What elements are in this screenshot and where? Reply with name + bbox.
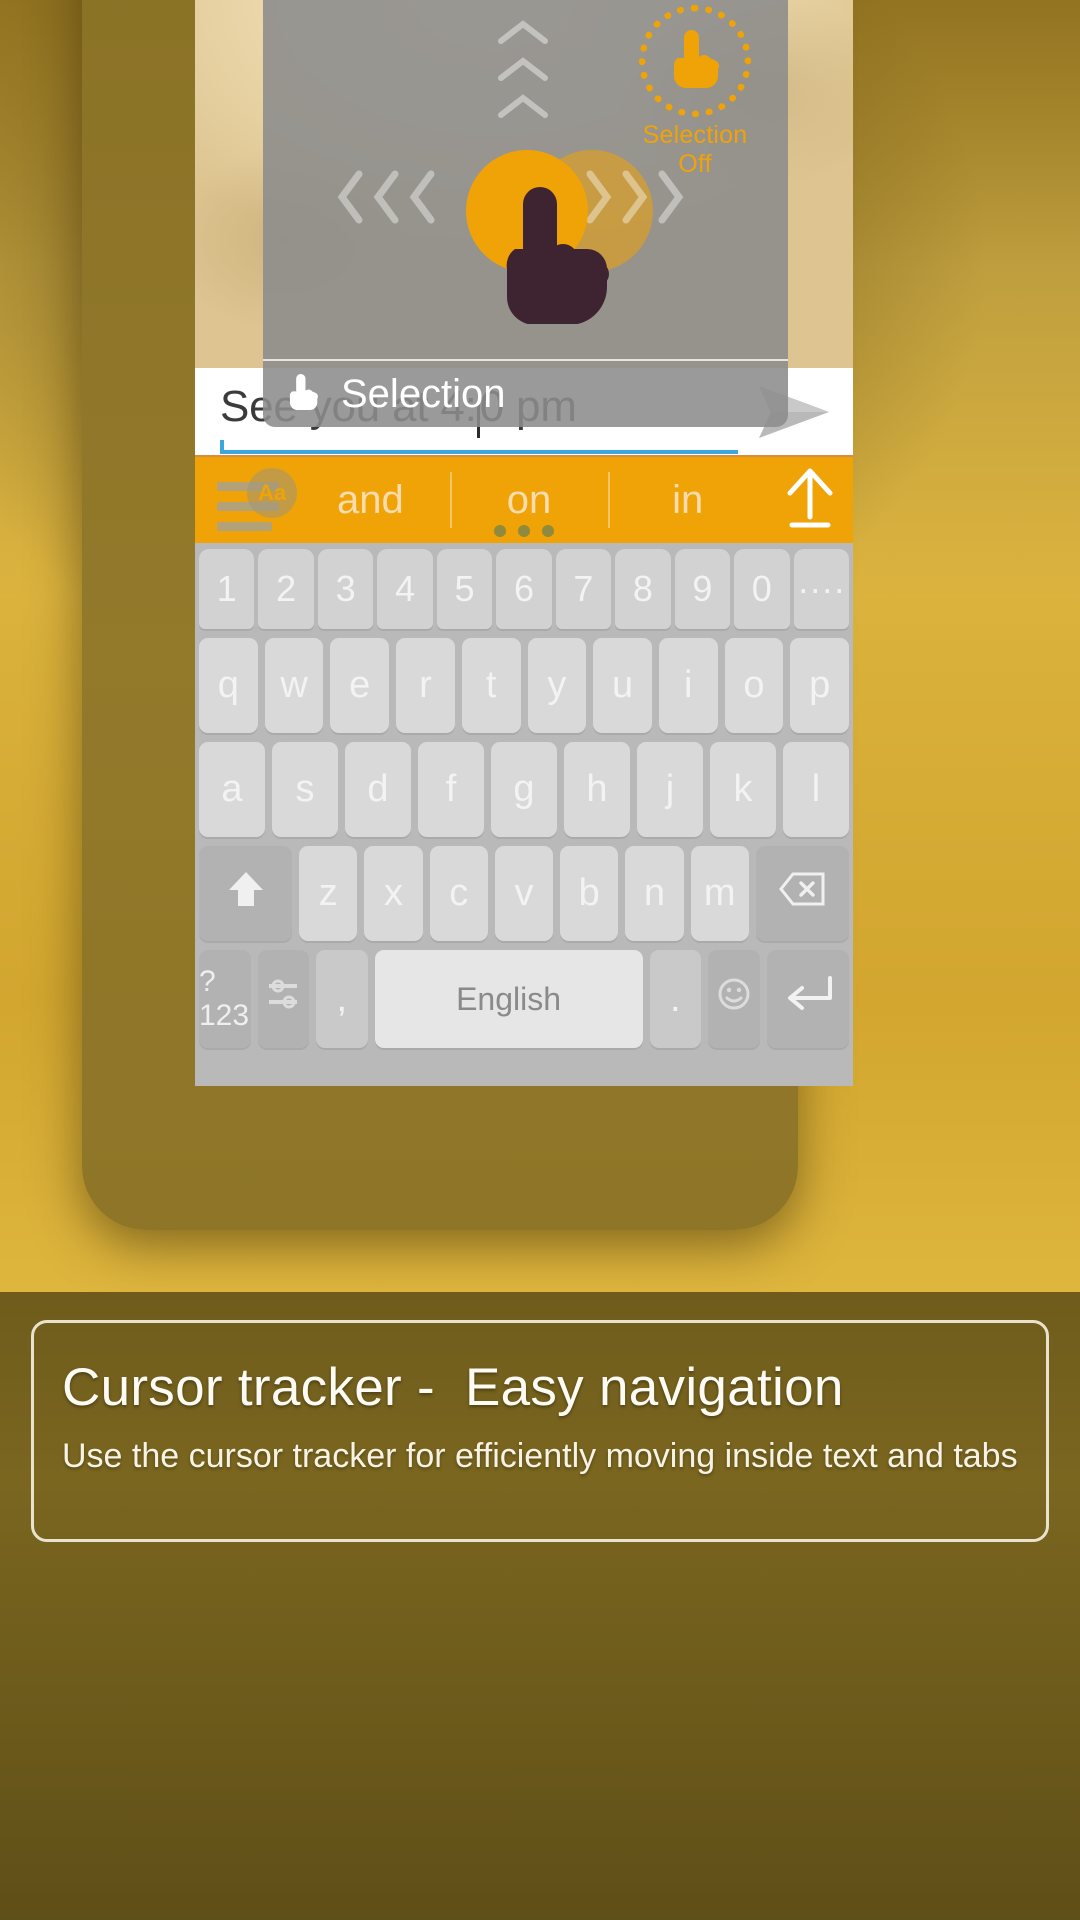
key-f[interactable]: f bbox=[418, 742, 484, 837]
emoji-icon bbox=[717, 977, 751, 1021]
touch-pointer-icon bbox=[285, 371, 321, 418]
key-e[interactable]: e bbox=[330, 638, 390, 733]
input-underline bbox=[220, 439, 738, 454]
period-key[interactable]: . bbox=[649, 950, 702, 1048]
key-3[interactable]: 3 bbox=[317, 549, 374, 629]
key-i[interactable]: i bbox=[658, 638, 718, 733]
key-4[interactable]: 4 bbox=[377, 549, 433, 629]
keyboard-bottom-row: ?123 , English . bbox=[198, 950, 850, 1048]
key-r[interactable]: r bbox=[396, 638, 455, 733]
suggestion-page-dots bbox=[494, 525, 554, 537]
emoji-key[interactable] bbox=[708, 950, 760, 1048]
key-1[interactable]: 1 bbox=[199, 549, 255, 629]
shift-key[interactable] bbox=[199, 846, 293, 941]
key-s[interactable]: s bbox=[272, 742, 338, 837]
key-m[interactable]: m bbox=[690, 846, 749, 941]
cursor-left-arrows[interactable] bbox=[335, 169, 437, 230]
key-6[interactable]: 6 bbox=[496, 549, 552, 629]
key-h[interactable]: h bbox=[564, 742, 630, 837]
key-y[interactable]: y bbox=[527, 638, 587, 733]
settings-icon bbox=[265, 976, 301, 1022]
keyboard-number-row: 1 2 3 4 5 6 7 8 9 0 ···· bbox=[199, 549, 849, 629]
settings-key[interactable] bbox=[257, 950, 310, 1048]
shift-icon bbox=[225, 868, 267, 920]
cursor-tracker-pad[interactable]: Selection Off bbox=[263, 0, 788, 359]
suggestion-bar: Aa and on in bbox=[195, 455, 853, 543]
expand-up-icon bbox=[784, 467, 836, 534]
key-7[interactable]: 7 bbox=[555, 549, 612, 629]
key-k[interactable]: k bbox=[710, 742, 776, 837]
comma-key[interactable]: , bbox=[316, 950, 368, 1048]
key-t[interactable]: t bbox=[461, 638, 521, 733]
keyboard-row-q: q w e r t y u i o p bbox=[198, 638, 850, 733]
cursor-tracker-footer[interactable]: Selection bbox=[263, 359, 788, 427]
more-dots-icon[interactable]: ···· bbox=[793, 549, 849, 629]
backspace-icon bbox=[779, 872, 825, 916]
symbols-key[interactable]: ?123 bbox=[198, 950, 251, 1048]
keyboard-row-a: a s d f g h j k l bbox=[199, 742, 849, 837]
key-x[interactable]: x bbox=[364, 846, 423, 941]
key-o[interactable]: o bbox=[724, 638, 784, 733]
suggestion-item-1[interactable]: and bbox=[291, 456, 450, 544]
key-d[interactable]: d bbox=[345, 742, 411, 837]
key-p[interactable]: p bbox=[790, 638, 850, 733]
selection-toggle[interactable]: Selection Off bbox=[624, 5, 766, 179]
chevron-left-icon bbox=[335, 169, 365, 230]
key-l[interactable]: l bbox=[783, 742, 849, 837]
selection-toggle-circle bbox=[639, 5, 751, 117]
backspace-key[interactable] bbox=[755, 846, 849, 941]
cursor-tracker-overlay[interactable]: Selection Off Selection bbox=[263, 0, 788, 427]
aa-badge-icon: Aa bbox=[247, 468, 297, 518]
key-z[interactable]: z bbox=[299, 846, 358, 941]
cursor-up-arrows[interactable] bbox=[495, 19, 555, 130]
key-g[interactable]: g bbox=[491, 742, 557, 837]
keyboard-row-z: z x c v b n m bbox=[199, 846, 849, 941]
space-key[interactable]: English bbox=[374, 950, 643, 1048]
key-c[interactable]: c bbox=[429, 846, 488, 941]
key-8[interactable]: 8 bbox=[615, 549, 671, 629]
enter-key[interactable] bbox=[766, 950, 850, 1048]
enter-icon bbox=[782, 974, 834, 1024]
suggestion-item-3[interactable]: in bbox=[608, 456, 767, 544]
key-v[interactable]: v bbox=[494, 846, 554, 941]
key-w[interactable]: w bbox=[264, 638, 324, 733]
key-2[interactable]: 2 bbox=[258, 549, 314, 629]
suggestions-expand-button[interactable] bbox=[767, 456, 853, 544]
pointing-hand-icon bbox=[485, 179, 625, 325]
key-0[interactable]: 0 bbox=[734, 549, 790, 629]
phone-screen: See you at 4:0 pm Aa and bbox=[195, 0, 853, 1086]
chevron-up-icon bbox=[495, 19, 555, 50]
touch-pointer-icon bbox=[666, 28, 724, 95]
caption-title: Cursor tracker - Easy navigation bbox=[62, 1358, 844, 1417]
on-screen-keyboard: 1 2 3 4 5 6 7 8 9 0 ···· q w e r t y u i bbox=[195, 543, 853, 1086]
keyboard-menu-button[interactable]: Aa bbox=[195, 456, 297, 544]
phone-frame: See you at 4:0 pm Aa and bbox=[82, 0, 853, 1230]
key-j[interactable]: j bbox=[637, 742, 703, 837]
caption-card: Cursor tracker - Easy navigation Use the… bbox=[31, 1320, 1049, 1542]
selection-state-label: Selection Off bbox=[642, 121, 748, 178]
key-5[interactable]: 5 bbox=[436, 549, 493, 629]
caption-subtitle: Use the cursor tracker for efficiently m… bbox=[62, 1437, 1018, 1475]
cursor-tracker-footer-label: Selection bbox=[341, 371, 506, 416]
key-b[interactable]: b bbox=[560, 846, 619, 941]
key-9[interactable]: 9 bbox=[674, 549, 731, 629]
key-n[interactable]: n bbox=[625, 846, 684, 941]
key-a[interactable]: a bbox=[199, 742, 265, 837]
key-q[interactable]: q bbox=[198, 638, 258, 733]
key-u[interactable]: u bbox=[593, 638, 652, 733]
